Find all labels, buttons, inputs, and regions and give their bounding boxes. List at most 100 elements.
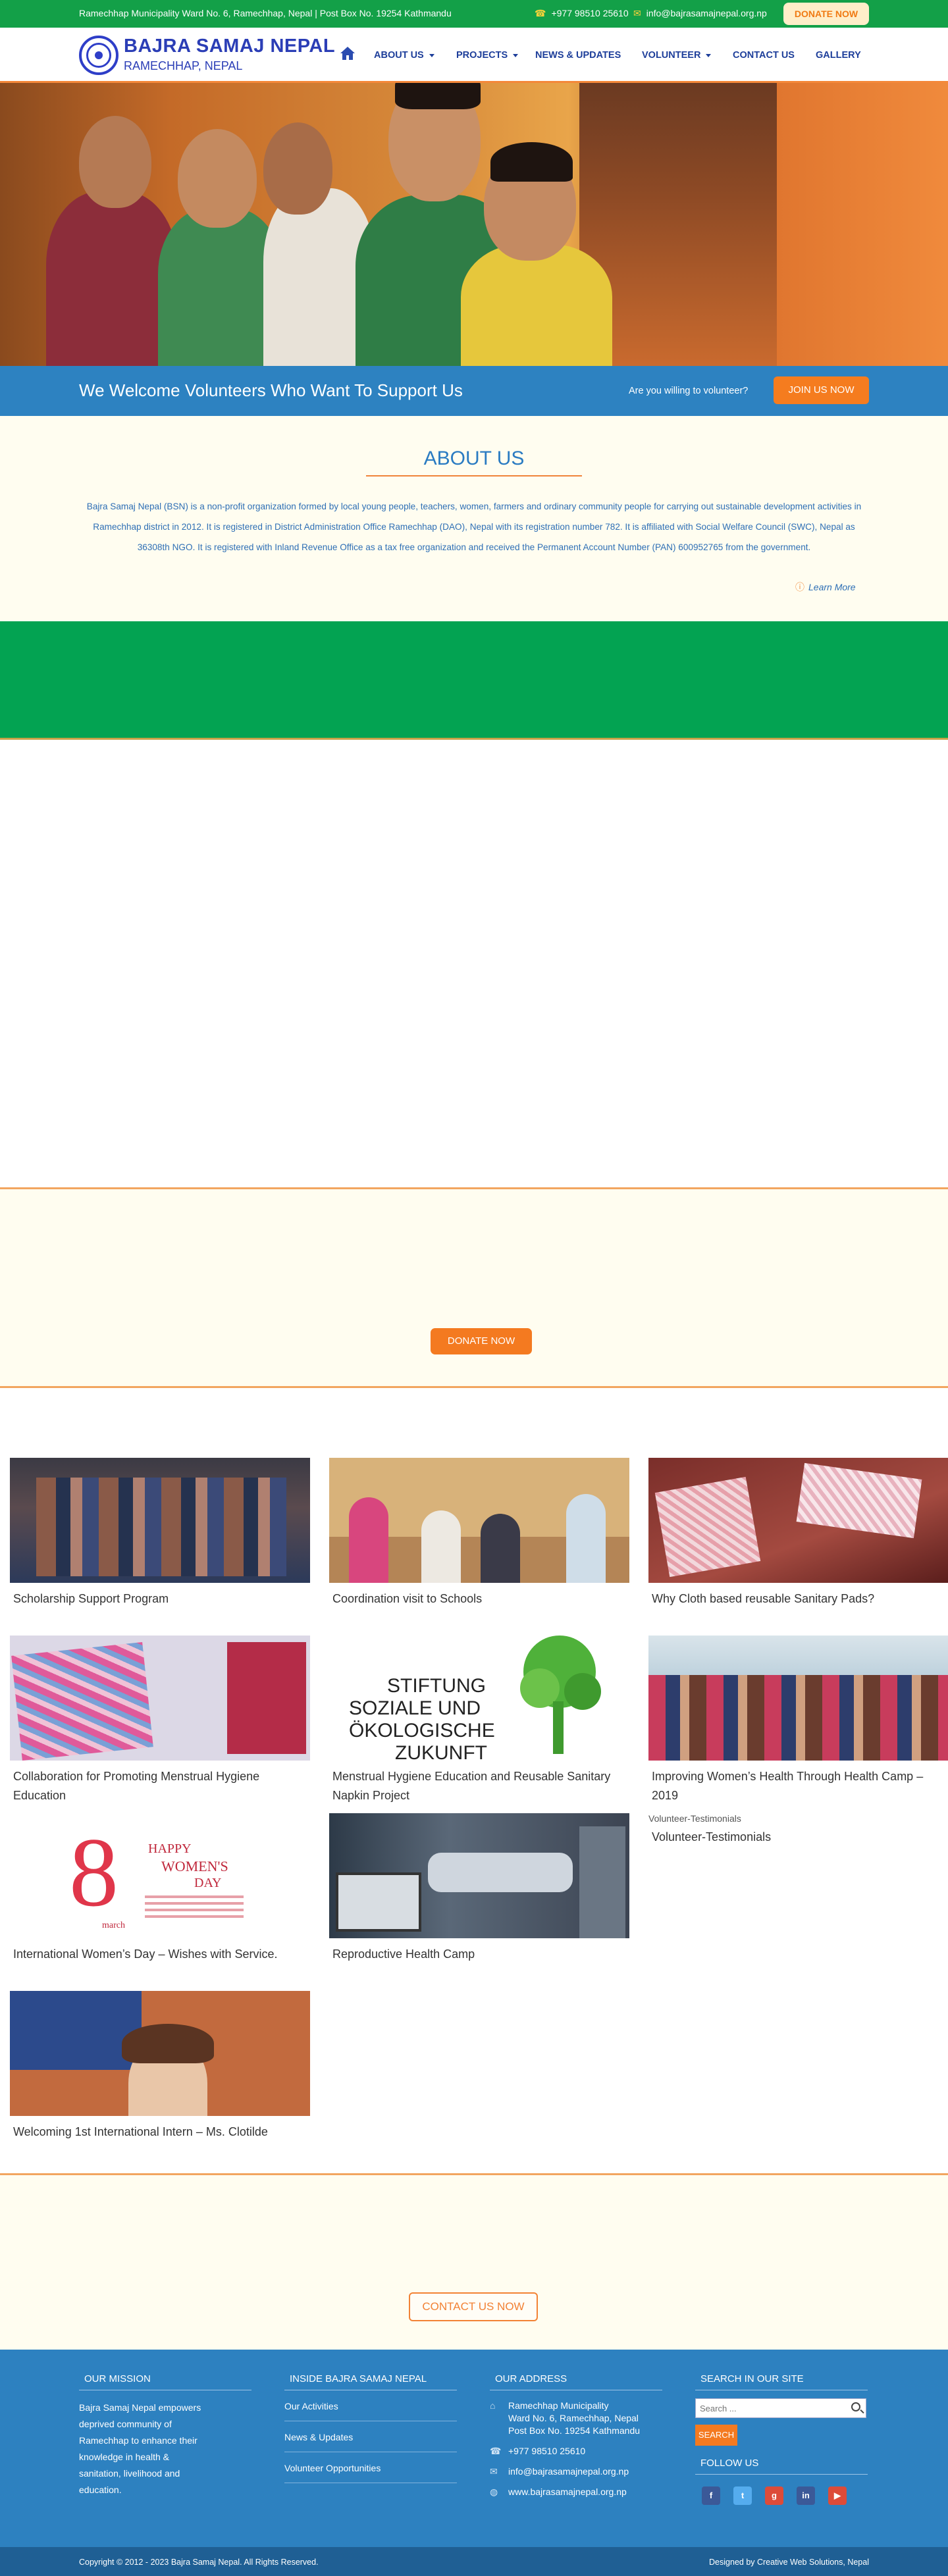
logo-emblem-icon[interactable] <box>79 36 118 75</box>
news-caption[interactable]: Reproductive Health Camp <box>329 1945 629 1964</box>
news-thumbnail[interactable] <box>329 1458 629 1583</box>
site-footer: OUR MISSION Bajra Samaj Nepal empowers d… <box>0 2350 948 2547</box>
footer-address: OUR ADDRESS ⌂ Ramechhap Municipality War… <box>490 2373 662 2498</box>
news-thumbnail[interactable]: 8 HAPPY WOMEN'S DAY march <box>10 1813 310 1938</box>
footer-heading: OUR ADDRESS <box>490 2373 662 2390</box>
news-thumbnail[interactable] <box>648 1458 948 1583</box>
news-card[interactable]: 8 HAPPY WOMEN'S DAY march International … <box>10 1813 310 1964</box>
footer-link-news[interactable]: News & Updates <box>284 2421 457 2452</box>
nav-projects[interactable]: PROJECTS <box>456 28 519 83</box>
google-plus-icon[interactable]: g <box>765 2486 783 2505</box>
phone-icon: ☎ <box>535 8 546 18</box>
contact-us-now-button[interactable]: CONTACT US NOW <box>409 2292 538 2321</box>
donate-now-button[interactable]: DONATE NOW <box>783 3 869 25</box>
footer-link-volunteer[interactable]: Volunteer Opportunities <box>284 2452 457 2483</box>
info-icon: ⓘ <box>795 582 804 592</box>
news-caption[interactable]: Menstrual Hygiene Education and Reusable… <box>329 1767 629 1805</box>
news-caption[interactable]: Improving Women’s Health Through Health … <box>648 1767 948 1805</box>
mission-text: Bajra Samaj Nepal empowers deprived comm… <box>79 2402 201 2495</box>
twitter-icon[interactable]: t <box>733 2486 752 2505</box>
news-card[interactable]: STIFTUNG SOZIALE UND ÖKOLOGISCHE ZUKUNFT… <box>329 1636 629 1805</box>
news-caption[interactable]: International Women’s Day – Wishes with … <box>10 1945 310 1964</box>
designer-credit[interactable]: Designed by Creative Web Solutions, Nepa… <box>709 2558 869 2567</box>
about-title: ABOUT US <box>423 448 525 469</box>
news-caption[interactable]: Collaboration for Promoting Menstrual Hy… <box>10 1767 310 1805</box>
footer-heading: OUR MISSION <box>79 2373 251 2390</box>
green-band <box>0 621 948 740</box>
news-card[interactable]: Coordination visit to Schools <box>329 1458 629 1609</box>
site-logo-name[interactable]: BAJRA SAMAJ NEPAL <box>124 36 335 57</box>
news-thumbnail[interactable]: STIFTUNG SOZIALE UND ÖKOLOGISCHE ZUKUNFT <box>329 1636 629 1761</box>
news-thumbnail[interactable] <box>329 1813 629 1938</box>
svg-text:DAY: DAY <box>194 1876 222 1890</box>
youtube-icon[interactable]: ▶ <box>828 2486 847 2505</box>
news-caption[interactable]: Scholarship Support Program <box>10 1589 310 1609</box>
follow-us-heading: FOLLOW US <box>695 2458 868 2475</box>
footer-mission: OUR MISSION Bajra Samaj Nepal empowers d… <box>79 2373 251 2498</box>
search-button[interactable]: SEARCH <box>695 2425 737 2446</box>
nav-gallery[interactable]: GALLERY <box>816 28 861 83</box>
top-email[interactable]: ✉ info@bajrasamajnepal.org.np <box>633 8 767 19</box>
news-thumbnail[interactable] <box>10 1636 310 1761</box>
svg-text:SOZIALE UND: SOZIALE UND <box>349 1697 481 1719</box>
svg-text:ÖKOLOGISCHE: ÖKOLOGISCHE <box>349 1720 495 1741</box>
stiftung-logo: STIFTUNG SOZIALE UND ÖKOLOGISCHE ZUKUNFT <box>349 1636 601 1761</box>
search-box <box>695 2398 866 2418</box>
news-caption[interactable]: Welcoming 1st International Intern – Ms.… <box>10 2123 310 2142</box>
news-card[interactable]: Welcoming 1st International Intern – Ms.… <box>10 1991 310 2142</box>
nav-news-updates[interactable]: NEWS & UPDATES <box>535 28 621 83</box>
news-card[interactable]: Why Cloth based reusable Sanitary Pads? <box>648 1458 948 1609</box>
broken-image-placeholder[interactable]: Volunteer-Testimonials <box>648 1813 948 1824</box>
search-input[interactable] <box>696 2399 841 2417</box>
globe-icon: ◍ <box>490 2486 498 2497</box>
news-thumbnail[interactable] <box>10 1991 310 2116</box>
envelope-icon: ✉ <box>633 8 641 18</box>
top-email-text: info@bajrasamajnepal.org.np <box>646 8 767 18</box>
nav-contact-us[interactable]: CONTACT US <box>733 28 795 83</box>
about-section: ABOUT US Bajra Samaj Nepal (BSN) is a no… <box>0 416 948 621</box>
chevron-down-icon <box>706 53 712 57</box>
svg-text:STIFTUNG: STIFTUNG <box>387 1675 486 1697</box>
phone-icon: ☎ <box>490 2446 502 2456</box>
footer-heading: INSIDE BAJRA SAMAJ NEPAL <box>284 2373 457 2390</box>
chevron-down-icon <box>429 53 434 57</box>
news-card[interactable]: Improving Women’s Health Through Health … <box>648 1636 948 1805</box>
top-bar: Ramechhap Municipality Ward No. 6, Ramec… <box>0 0 948 28</box>
news-caption[interactable]: Volunteer-Testimonials <box>648 1828 948 1847</box>
welcome-text: We Welcome Volunteers Who Want To Suppor… <box>79 380 463 400</box>
nav-about-us[interactable]: ABOUT US <box>374 28 434 83</box>
copyright-text: Copyright © 2012 - 2023 Bajra Samaj Nepa… <box>79 2558 319 2567</box>
join-us-button[interactable]: JOIN US NOW <box>774 376 869 404</box>
footer-website[interactable]: ◍ www.bajrasamajnepal.org.np <box>490 2486 662 2498</box>
news-card[interactable]: Collaboration for Promoting Menstrual Hy… <box>10 1636 310 1805</box>
news-card[interactable]: Scholarship Support Program <box>10 1458 310 1609</box>
news-thumbnail[interactable] <box>10 1458 310 1583</box>
news-thumbnail[interactable] <box>648 1636 948 1761</box>
facebook-icon[interactable]: f <box>702 2486 720 2505</box>
title-divider <box>366 475 582 477</box>
news-card[interactable]: Volunteer-Testimonials Volunteer-Testimo… <box>648 1813 948 1847</box>
volunteer-banner: We Welcome Volunteers Who Want To Suppor… <box>0 366 948 416</box>
footer-search: SEARCH IN OUR SITE SEARCH FOLLOW US ftgi… <box>695 2373 868 2505</box>
chevron-down-icon <box>513 53 519 57</box>
top-phone[interactable]: ☎ +977 98510 25610 <box>535 8 629 19</box>
womens-day-graphic: 8 HAPPY WOMEN'S DAY march <box>69 1818 244 1930</box>
address-block: ⌂ Ramechhap Municipality Ward No. 6, Ram… <box>490 2400 641 2436</box>
about-text: Bajra Samaj Nepal (BSN) is a non-profit … <box>86 502 862 552</box>
footer-email[interactable]: ✉ info@bajrasamajnepal.org.np <box>490 2465 662 2478</box>
news-caption[interactable]: Why Cloth based reusable Sanitary Pads? <box>648 1589 948 1609</box>
nav-volunteer[interactable]: VOLUNTEER <box>642 28 712 83</box>
search-icon[interactable] <box>851 2402 860 2411</box>
news-card[interactable]: Reproductive Health Camp <box>329 1813 629 1964</box>
news-caption[interactable]: Coordination visit to Schools <box>329 1589 629 1609</box>
home-icon[interactable] <box>340 46 356 61</box>
footer-heading: SEARCH IN OUR SITE <box>695 2373 868 2390</box>
linkedin-icon[interactable]: in <box>797 2486 815 2505</box>
site-header: BAJRA SAMAJ NEPAL RAMECHHAP, NEPAL ABOUT… <box>0 28 948 83</box>
social-icons: f t g in ▶ <box>695 2475 868 2505</box>
footer-link-activities[interactable]: Our Activities <box>284 2390 457 2421</box>
learn-more-link[interactable]: ⓘ Learn More <box>795 580 856 594</box>
donate-now-section-button[interactable]: DONATE NOW <box>431 1328 532 1354</box>
footer-phone[interactable]: ☎ +977 98510 25610 <box>490 2445 662 2458</box>
site-logo-subtitle: RAMECHHAP, NEPAL <box>124 59 243 72</box>
